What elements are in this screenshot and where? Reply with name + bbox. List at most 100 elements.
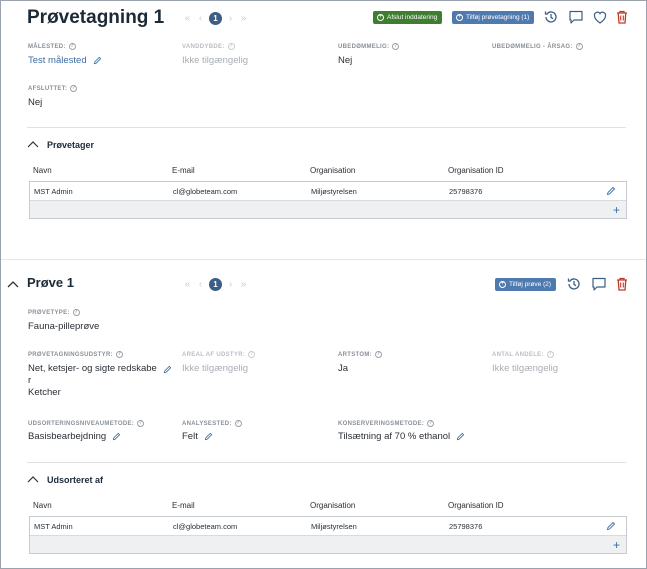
divider	[27, 127, 626, 128]
col-organisation-id: Organisation ID	[448, 501, 504, 510]
table-row[interactable]: MST Admin cl@globeteam.com Miljøstyrelse…	[30, 182, 626, 201]
add-row-icon[interactable]: +	[613, 203, 620, 217]
help-icon[interactable]: ?	[427, 420, 435, 427]
add-sampling-button[interactable]: + Tilføj prøvetagning (1)	[452, 11, 535, 24]
section1-pager: « ‹ 1 › »	[183, 12, 248, 25]
first-page-icon[interactable]: «	[183, 13, 192, 24]
cell-navn: MST Admin	[34, 187, 73, 196]
add-sampling-label: Tilføj prøvetagning (1)	[466, 14, 530, 21]
delete-icon[interactable]	[614, 9, 630, 25]
help-icon[interactable]: ?	[248, 351, 256, 358]
help-icon[interactable]: ?	[227, 43, 235, 50]
konservering-label: KONSERVERINGSMETODE:?	[338, 420, 435, 427]
help-icon[interactable]: ?	[68, 43, 76, 50]
cell-organisation-id: 25798376	[449, 522, 483, 531]
udsortering-value: Basisbearbejdning	[28, 431, 121, 442]
divider	[27, 462, 626, 463]
provetager-table: MST Admin cl@globeteam.com Miljøstyrelse…	[29, 181, 627, 219]
udstyr-label: PRØVETAGNINGSUDSTYR:?	[28, 351, 123, 358]
antal-label: ANTAL ANDELE:?	[492, 351, 554, 358]
last-page-icon[interactable]: »	[239, 13, 248, 24]
analysested-label: ANALYSESTED:?	[182, 420, 242, 427]
help-icon[interactable]: ?	[575, 43, 583, 50]
next-page-icon[interactable]: ›	[226, 13, 235, 24]
first-page-icon[interactable]: «	[183, 279, 192, 290]
cell-email: cl@globeteam.com	[173, 187, 238, 196]
provetype-value: Fauna-pilleprøve	[28, 321, 100, 332]
help-icon[interactable]: ?	[374, 351, 382, 358]
help-icon[interactable]: ?	[115, 351, 123, 358]
help-icon[interactable]: ?	[137, 420, 145, 427]
provetager-title: Prøvetager	[47, 140, 95, 150]
collapse-section-chevron-icon[interactable]	[7, 280, 21, 290]
prev-page-icon[interactable]: ‹	[196, 279, 205, 290]
udsortering-label: UDSORTERINGSNIVEAUMETODE:?	[28, 420, 145, 427]
comment-icon[interactable]	[568, 9, 584, 25]
malested-value[interactable]: Test målested	[28, 55, 102, 66]
circle-plus-icon: +	[456, 14, 463, 21]
pencil-icon[interactable]	[606, 521, 616, 531]
vanddybde-value: Ikke tilgængelig	[182, 55, 249, 66]
cell-navn: MST Admin	[34, 522, 73, 531]
ubedommelig-arsag-label: UBEDØMMELIG - ÅRSAG:?	[492, 43, 583, 50]
pencil-icon[interactable]	[163, 365, 172, 374]
help-icon[interactable]: ?	[72, 309, 80, 316]
cell-email: cl@globeteam.com	[173, 522, 238, 531]
prev-page-icon[interactable]: ‹	[196, 13, 205, 24]
page-number[interactable]: 1	[209, 278, 222, 291]
malested-label: MÅLESTED:?	[28, 43, 76, 50]
table-row[interactable]: MST Admin cl@globeteam.com Miljøstyrelse…	[30, 517, 626, 536]
finish-entry-label: Afslut inddatering	[387, 14, 438, 21]
section2-title: Prøve 1	[27, 275, 74, 290]
col-email: E-mail	[172, 166, 195, 175]
collapse-chevron-icon[interactable]	[27, 475, 41, 485]
history-icon[interactable]	[566, 276, 582, 292]
table-footer: +	[30, 536, 626, 553]
table-footer: +	[30, 201, 626, 218]
pencil-icon[interactable]	[93, 56, 102, 65]
col-organisation: Organisation	[310, 166, 356, 175]
comment-icon[interactable]	[591, 276, 607, 292]
udsorteret-af-title: Udsorteret af	[47, 475, 104, 485]
col-navn: Navn	[33, 501, 52, 510]
areal-label: AREAL AF UDSTYR:?	[182, 351, 256, 358]
konservering-value: Tilsætning af 70 % ethanol	[338, 431, 465, 442]
pencil-icon[interactable]	[606, 186, 616, 196]
finish-entry-button[interactable]: + Afslut inddatering	[373, 11, 443, 24]
last-page-icon[interactable]: »	[239, 279, 248, 290]
ubedommelig-label: UBEDØMMELIG:?	[338, 43, 400, 50]
help-icon[interactable]: ?	[546, 351, 554, 358]
circle-plus-icon: +	[499, 281, 506, 288]
heart-icon[interactable]	[592, 9, 608, 25]
next-page-icon[interactable]: ›	[226, 279, 235, 290]
history-icon[interactable]	[543, 9, 559, 25]
pencil-icon[interactable]	[456, 432, 465, 441]
circle-plus-icon: +	[377, 14, 384, 21]
help-icon[interactable]: ?	[234, 420, 242, 427]
col-navn: Navn	[33, 166, 52, 175]
areal-value: Ikke tilgængelig	[182, 363, 249, 374]
section1-title: Prøvetagning 1	[27, 7, 165, 28]
udsorteret-table-header: Navn E-mail Organisation Organisation ID	[29, 499, 626, 513]
add-sample-button[interactable]: + Tilføj prøve (2)	[495, 278, 557, 291]
add-row-icon[interactable]: +	[613, 538, 620, 552]
artstom-value: Ja	[338, 363, 349, 374]
cell-organisation: Miljøstyrelsen	[311, 522, 357, 531]
delete-icon[interactable]	[614, 276, 630, 292]
provetype-label: PRØVETYPE:?	[28, 309, 80, 316]
afsluttet-value: Nej	[28, 97, 43, 108]
help-icon[interactable]: ?	[70, 85, 78, 92]
afsluttet-label: AFSLUTTET:?	[28, 85, 78, 92]
pencil-icon[interactable]	[112, 432, 121, 441]
pencil-icon[interactable]	[204, 432, 213, 441]
udsorteret-table: MST Admin cl@globeteam.com Miljøstyrelse…	[29, 516, 627, 554]
col-organisation: Organisation	[310, 501, 356, 510]
col-organisation-id: Organisation ID	[448, 166, 504, 175]
section-divider	[1, 259, 646, 260]
collapse-chevron-icon[interactable]	[27, 140, 41, 150]
page-number[interactable]: 1	[209, 12, 222, 25]
udstyr-value: Net, ketsjer- og sigte redskabe r Ketche…	[28, 363, 178, 399]
cell-organisation: Miljøstyrelsen	[311, 187, 357, 196]
col-email: E-mail	[172, 501, 195, 510]
help-icon[interactable]: ?	[392, 43, 400, 50]
